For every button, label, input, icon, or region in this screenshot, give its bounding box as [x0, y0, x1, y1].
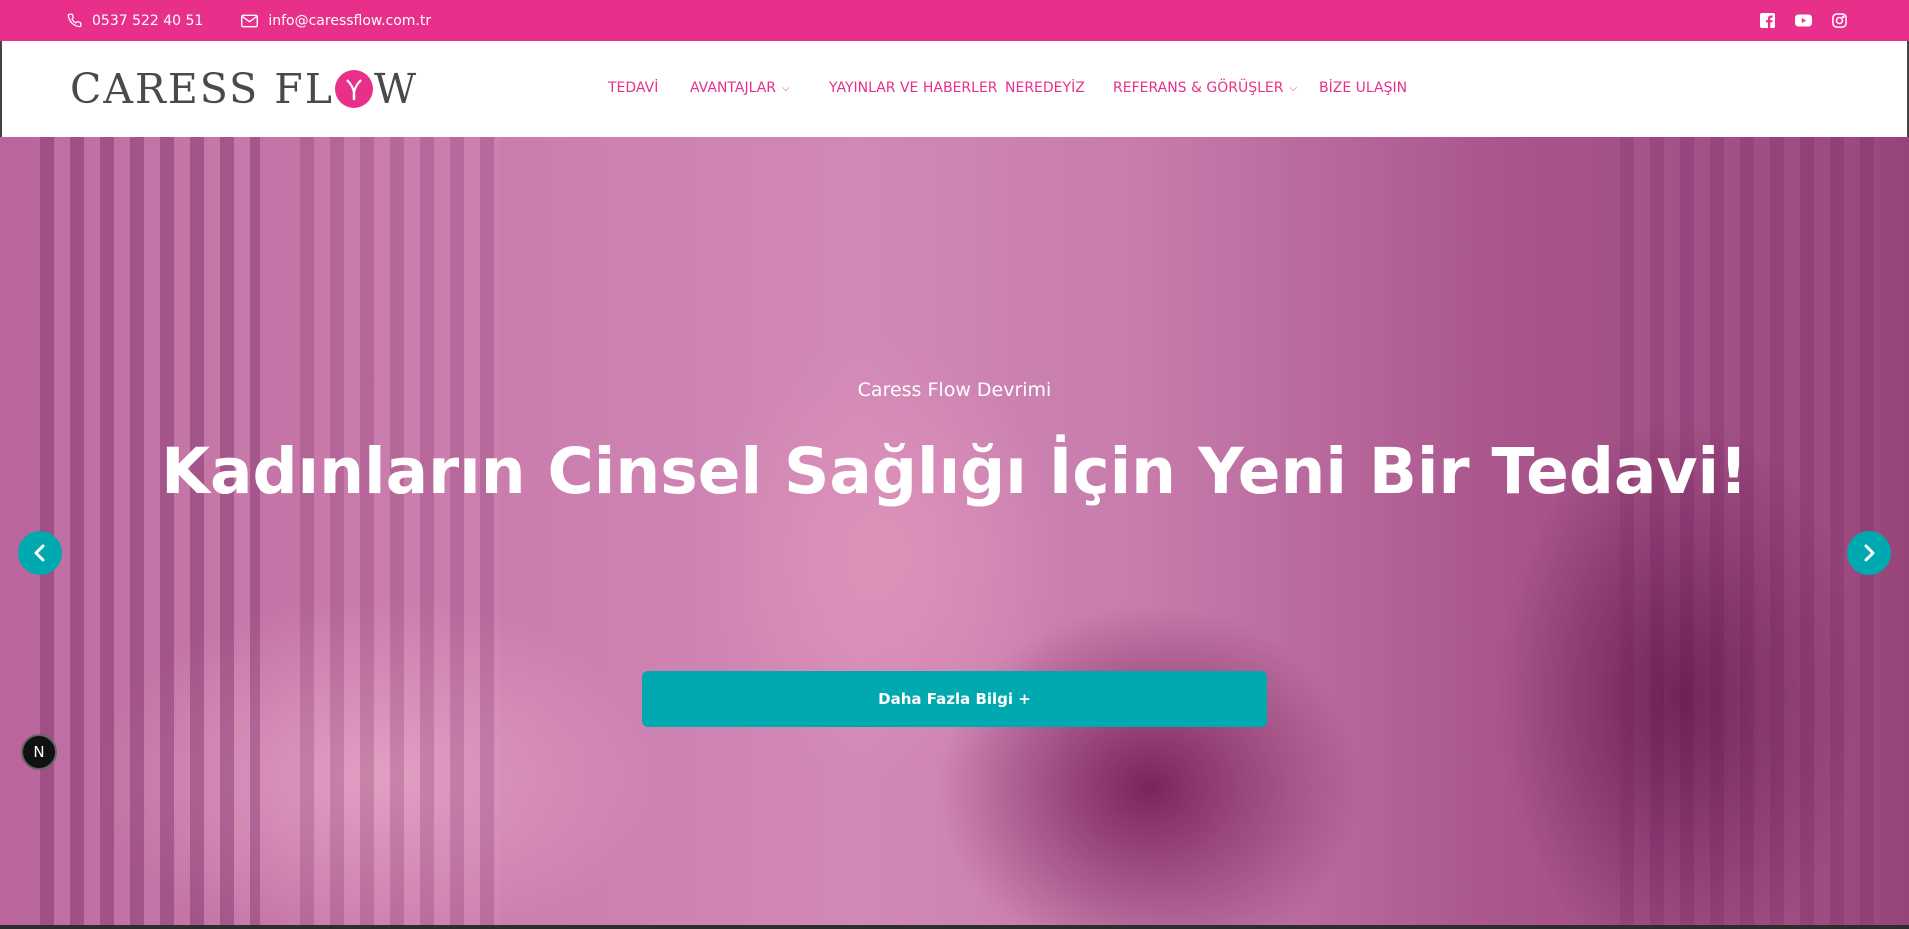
instagram-icon[interactable] — [1832, 13, 1847, 28]
top-contact-bar: 0537 522 40 51 info@caressflow.com.tr — [0, 0, 1909, 41]
slider-next-button[interactable] — [1847, 531, 1891, 575]
slider-prev-button[interactable] — [18, 531, 62, 575]
email-link[interactable]: info@caressflow.com.tr — [241, 13, 431, 29]
hero-title: Kadınların Cinsel Sağlığı İçin Yeni Bir … — [161, 435, 1748, 508]
chevron-down-icon: ⌵ — [1289, 82, 1298, 94]
nav-item-referans[interactable]: REFERANS & GÖRÜŞLER ⌵ — [1113, 80, 1297, 96]
nav-label: YAYINLAR VE HABERLER — [829, 80, 998, 96]
contact-info: 0537 522 40 51 info@caressflow.com.tr — [67, 13, 469, 29]
phone-icon — [67, 13, 82, 28]
facebook-icon[interactable] — [1760, 13, 1775, 28]
nav-item-yayinlar[interactable]: YAYINLAR VE HABERLER — [829, 80, 998, 96]
nav-item-avantajlar[interactable]: AVANTAJLAR ⌵ — [690, 80, 790, 96]
nav-item-tedavi[interactable]: TEDAVİ — [608, 80, 658, 96]
nav-item-neredeyiz[interactable]: NEREDEYİZ — [1005, 80, 1085, 96]
nav-label: BİZE ULAŞIN — [1319, 80, 1408, 96]
hero-slider: Caress Flow Devrimi Kadınların Cinsel Sa… — [0, 137, 1909, 925]
chevron-right-icon — [1864, 544, 1875, 562]
site-header: CARESS FL W TEDAVİ AVANTAJLAR ⌵ YAYINLAR… — [0, 41, 1909, 137]
nav-item-bize-ulasin[interactable]: BİZE ULAŞIN — [1319, 80, 1407, 96]
chevron-left-icon — [34, 544, 45, 562]
mail-icon — [241, 14, 259, 27]
hero-image-overlay — [0, 137, 1909, 925]
nav-label: TEDAVİ — [608, 80, 659, 96]
social-links — [1760, 0, 1847, 41]
main-nav: TEDAVİ AVANTAJLAR ⌵ YAYINLAR VE HABERLER… — [2, 41, 1909, 137]
bottom-edge — [0, 925, 1909, 929]
nav-label: NEREDEYİZ — [1005, 80, 1085, 96]
phone-link[interactable]: 0537 522 40 51 — [67, 13, 203, 29]
email-address: info@caressflow.com.tr — [268, 12, 432, 29]
nav-label: REFERANS & GÖRÜŞLER — [1113, 80, 1284, 96]
dev-tools-badge[interactable]: N — [21, 734, 57, 770]
chevron-down-icon: ⌵ — [782, 82, 790, 94]
phone-number: 0537 522 40 51 — [92, 12, 204, 29]
more-info-button[interactable]: Daha Fazla Bilgi + — [642, 671, 1267, 727]
hero-subtitle: Caress Flow Devrimi — [857, 379, 1052, 401]
youtube-icon[interactable] — [1795, 14, 1812, 27]
nav-label: AVANTAJLAR — [690, 80, 777, 96]
